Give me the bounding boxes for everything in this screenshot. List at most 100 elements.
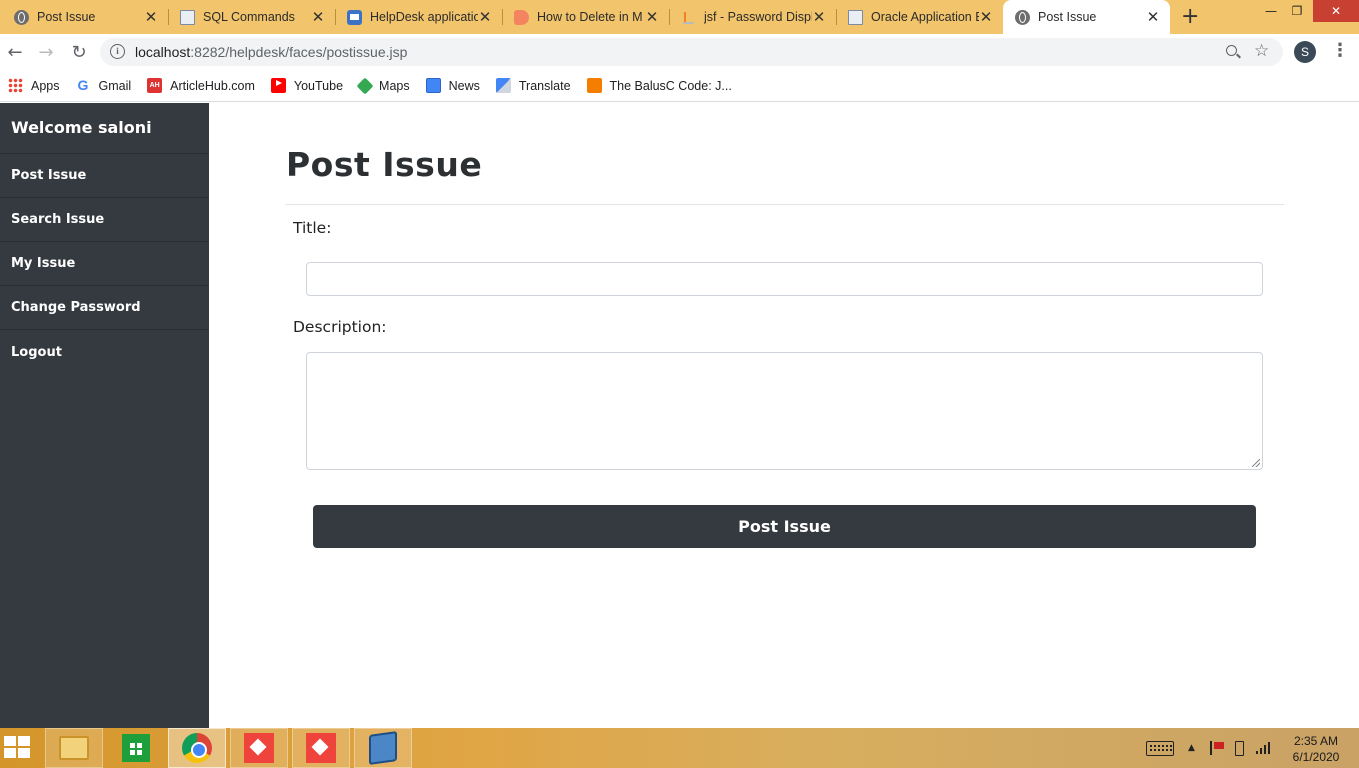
- globe-icon: [14, 9, 29, 25]
- tab-title: Post Issue: [37, 10, 96, 24]
- welcome-heading: Welcome saloni: [0, 103, 209, 154]
- close-icon[interactable]: ✕: [812, 8, 826, 26]
- bookmark-youtube[interactable]: YouTube: [270, 78, 344, 93]
- chrome-icon: [182, 733, 212, 763]
- tab-post-issue[interactable]: Post Issue ✕: [2, 0, 168, 34]
- tab-jsf-password[interactable]: jsf - Password Displ ✕: [669, 0, 836, 34]
- bookmark-gmail[interactable]: G Gmail: [76, 78, 132, 93]
- menu-kebab-icon[interactable]: ⋮: [1331, 40, 1349, 61]
- sidebar: Welcome saloni Post Issue Search Issue M…: [0, 103, 209, 728]
- bookmark-news[interactable]: News: [425, 78, 480, 93]
- bookmark-label: ArticleHub.com: [170, 78, 255, 93]
- articlehub-icon: AH: [147, 78, 163, 93]
- sidebar-item-change-password[interactable]: Change Password: [0, 286, 209, 330]
- profile-avatar[interactable]: S: [1294, 41, 1316, 63]
- battery-icon[interactable]: [1235, 728, 1244, 768]
- anydesk-icon: [244, 733, 274, 763]
- bookmark-label: Apps: [31, 78, 60, 93]
- url-path: :8282/helpdesk/faces/postissue.jsp: [190, 44, 408, 60]
- windows-start-icon[interactable]: [4, 736, 32, 760]
- action-center-flag-icon[interactable]: [1210, 728, 1224, 768]
- youtube-icon: [270, 78, 286, 93]
- title-divider: [285, 204, 1284, 205]
- taskbar-virtualbox[interactable]: [354, 728, 412, 768]
- translate-icon: [495, 78, 511, 93]
- bookmark-label: YouTube: [293, 78, 344, 93]
- document-icon: [848, 9, 863, 25]
- tab-how-to-delete[interactable]: How to Delete in M ✕: [502, 0, 669, 34]
- keyboard-icon[interactable]: [1146, 728, 1174, 768]
- taskbar-file-explorer[interactable]: [45, 728, 103, 768]
- bookmark-apps[interactable]: Apps: [8, 78, 60, 93]
- restore-icon[interactable]: ❐: [1282, 0, 1312, 22]
- bookmark-balusc[interactable]: The BalusC Code: J...: [586, 78, 732, 93]
- info-icon[interactable]: i: [110, 44, 125, 59]
- system-clock[interactable]: 2:35 AM 6/1/2020: [1283, 733, 1349, 765]
- close-icon[interactable]: ✕: [144, 8, 158, 26]
- bookmark-articlehub[interactable]: AH ArticleHub.com: [147, 78, 255, 93]
- reload-icon[interactable]: ↻: [67, 40, 91, 64]
- network-signal-icon[interactable]: [1256, 728, 1270, 768]
- globe-icon: [1015, 9, 1030, 25]
- tray-expand-icon[interactable]: ▲: [1188, 728, 1195, 768]
- browser-toolbar: ← → ↻ i localhost:8282/helpdesk/faces/po…: [0, 34, 1359, 70]
- url-text[interactable]: localhost:8282/helpdesk/faces/postissue.…: [135, 44, 407, 60]
- tab-title: jsf - Password Displ: [704, 10, 812, 24]
- address-bar[interactable]: i localhost:8282/helpdesk/faces/postissu…: [100, 38, 1283, 66]
- back-arrow-icon[interactable]: ←: [3, 40, 27, 64]
- tab-title: Oracle Application E: [871, 10, 979, 24]
- taskbar-store[interactable]: [107, 728, 165, 768]
- close-icon[interactable]: ✕: [979, 8, 993, 26]
- main-content: Post Issue Title: Description: Post Issu…: [209, 103, 1359, 728]
- zoom-icon[interactable]: [1226, 45, 1237, 56]
- maps-pin-icon: [356, 77, 374, 94]
- browser-tab-strip: Post Issue ✕ SQL Commands ✕ HelpDesk app…: [0, 0, 1359, 34]
- bookmark-translate[interactable]: Translate: [495, 78, 571, 93]
- sidebar-item-search-issue[interactable]: Search Issue: [0, 198, 209, 242]
- bookmark-label: Maps: [379, 78, 410, 93]
- file-explorer-icon: [59, 736, 89, 760]
- document-icon: [180, 9, 195, 25]
- tab-sql-commands[interactable]: SQL Commands ✕: [168, 0, 335, 34]
- forward-arrow-icon[interactable]: →: [34, 40, 58, 64]
- post-issue-button[interactable]: Post Issue: [313, 505, 1256, 548]
- window-close-icon[interactable]: ✕: [1313, 0, 1359, 22]
- bookmark-star-icon[interactable]: ☆: [1254, 41, 1269, 61]
- news-icon: [425, 78, 441, 93]
- resize-handle-icon[interactable]: [1252, 459, 1260, 467]
- taskbar-chrome[interactable]: [168, 728, 226, 768]
- store-icon: [122, 734, 150, 762]
- anydesk-icon: [306, 733, 336, 763]
- helpdesk-icon: [347, 9, 362, 25]
- stackoverflow-icon: [681, 9, 696, 25]
- tab-oracle-application[interactable]: Oracle Application E ✕: [836, 0, 1003, 34]
- sidebar-item-post-issue[interactable]: Post Issue: [0, 154, 209, 198]
- tab-title: SQL Commands: [203, 10, 295, 24]
- windows-taskbar: ▲ 2:35 AM 6/1/2020: [0, 728, 1359, 768]
- virtualbox-icon: [369, 731, 397, 765]
- tab-title: HelpDesk applicatio: [370, 10, 478, 24]
- bookmark-maps[interactable]: Maps: [356, 77, 410, 94]
- bookmark-label: News: [448, 78, 480, 93]
- sidebar-item-logout[interactable]: Logout: [0, 330, 209, 374]
- taskbar-anydesk-2[interactable]: [292, 728, 350, 768]
- url-host: localhost: [135, 44, 191, 60]
- taskbar-anydesk[interactable]: [230, 728, 288, 768]
- close-icon[interactable]: ✕: [645, 8, 659, 26]
- close-icon[interactable]: ✕: [1146, 8, 1160, 26]
- blogger-icon: [586, 78, 602, 93]
- chat-icon: [514, 9, 529, 25]
- bookmark-label: Gmail: [98, 78, 132, 93]
- bookmark-label: The BalusC Code: J...: [609, 78, 732, 93]
- clock-date: 6/1/2020: [1292, 750, 1340, 764]
- description-textarea[interactable]: [306, 352, 1263, 470]
- tab-title: How to Delete in M: [537, 10, 643, 24]
- sidebar-item-my-issue[interactable]: My Issue: [0, 242, 209, 286]
- close-icon[interactable]: ✕: [311, 8, 325, 26]
- close-icon[interactable]: ✕: [478, 8, 492, 26]
- new-tab-button[interactable]: +: [1181, 4, 1199, 29]
- tab-post-issue-active[interactable]: Post Issue ✕: [1003, 0, 1170, 34]
- bookmarks-bar: Apps G Gmail AH ArticleHub.com YouTube Map…: [0, 70, 1359, 102]
- title-input[interactable]: [306, 262, 1263, 296]
- tab-helpdesk[interactable]: HelpDesk applicatio ✕: [335, 0, 502, 34]
